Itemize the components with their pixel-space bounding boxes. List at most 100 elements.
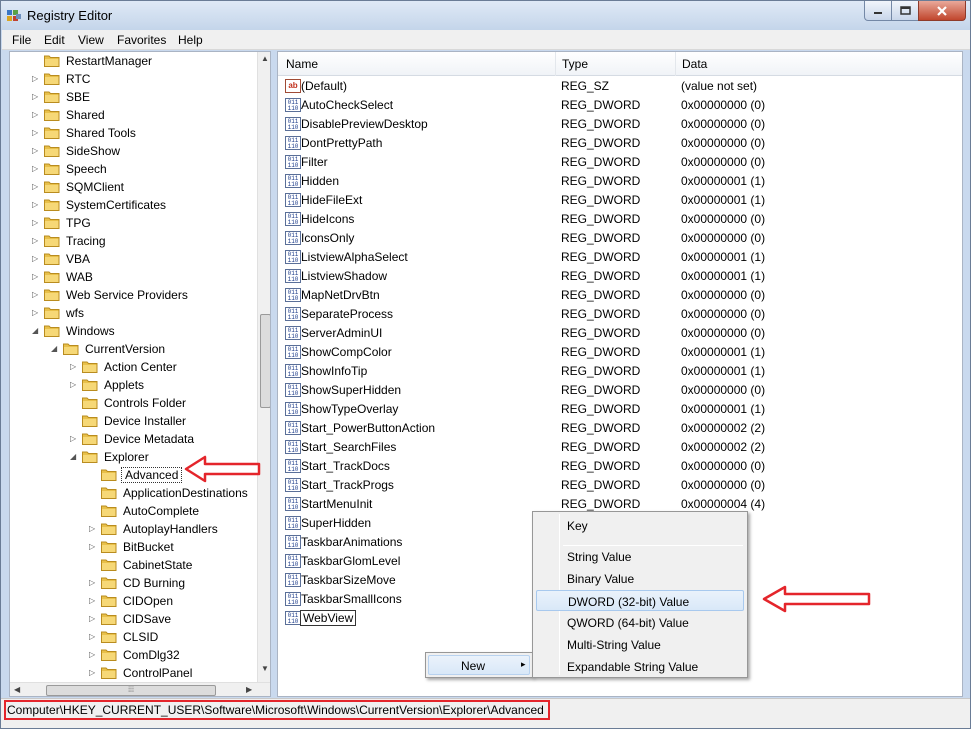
- value-row-autocheckselect[interactable]: 011 110 AutoCheckSelect REG_DWORD 0x00000000…: [278, 96, 962, 115]
- expand-arrow-icon[interactable]: ▷: [32, 164, 41, 173]
- menu-view[interactable]: View: [78, 33, 104, 47]
- collapse-arrow-icon[interactable]: ◢: [51, 344, 60, 353]
- scrollbar-thumb[interactable]: ⁞⁞⁞: [46, 685, 216, 696]
- value-type: REG_DWORD: [561, 155, 641, 169]
- context-menu-new-label: New: [461, 659, 486, 673]
- value-row-start-searchfiles[interactable]: 011 110 Start_SearchFiles REG_DWORD 0x000000…: [278, 438, 962, 457]
- value-row-default[interactable]: ab (Default) REG_SZ (value not set): [278, 77, 962, 96]
- expand-arrow-icon[interactable]: ▷: [89, 650, 98, 659]
- expand-arrow-icon[interactable]: ▷: [32, 110, 41, 119]
- expand-arrow-icon[interactable]: ▷: [70, 362, 79, 371]
- folder-icon: [101, 595, 117, 607]
- value-row-filter[interactable]: 011 110 Filter REG_DWORD 0x00000000 (0): [278, 153, 962, 172]
- expand-arrow-icon[interactable]: ▷: [32, 200, 41, 209]
- value-row-showinfotip[interactable]: 011 110 ShowInfoTip REG_DWORD 0x00000001 (1): [278, 362, 962, 381]
- value-data: 0x00000004 (4): [681, 497, 766, 511]
- value-row-showsuperhidden[interactable]: 011 110 ShowSuperHidden REG_DWORD 0x00000000…: [278, 381, 962, 400]
- expand-arrow-icon[interactable]: ▷: [32, 182, 41, 191]
- tree-horizontal-scrollbar[interactable]: ◀ ⁞⁞⁞ ▶: [10, 682, 270, 696]
- expand-arrow-icon[interactable]: ▷: [32, 236, 41, 245]
- expand-arrow-icon[interactable]: ▷: [32, 92, 41, 101]
- expand-arrow-icon[interactable]: ▷: [32, 272, 41, 281]
- value-data: 0x00000001 (1): [681, 364, 766, 378]
- scroll-down-arrow-icon[interactable]: ▼: [261, 664, 269, 673]
- column-name-header[interactable]: Name: [286, 57, 318, 71]
- value-row-showcompcolor[interactable]: 011 110 ShowCompColor REG_DWORD 0x00000001 (…: [278, 343, 962, 362]
- column-type-header[interactable]: Type: [562, 57, 588, 71]
- collapse-arrow-icon[interactable]: ◢: [70, 452, 79, 461]
- submenu-item-expandable-string-value[interactable]: Expandable String Value: [536, 656, 744, 677]
- value-row-listviewalphaselect[interactable]: 011 110 ListviewAlphaSelect REG_DWORD 0x0000…: [278, 248, 962, 267]
- expand-arrow-icon[interactable]: ▷: [89, 614, 98, 623]
- collapse-arrow-icon[interactable]: ◢: [32, 326, 41, 335]
- tree-node-label: CurrentVersion: [85, 342, 166, 356]
- folder-icon: [101, 613, 117, 625]
- close-button[interactable]: [918, 1, 966, 21]
- expand-arrow-icon[interactable]: ▷: [89, 668, 98, 677]
- expand-arrow-icon[interactable]: ▷: [89, 578, 98, 587]
- folder-icon: [82, 379, 98, 391]
- value-row-hidden[interactable]: 011 110 Hidden REG_DWORD 0x00000001 (1): [278, 172, 962, 191]
- expand-arrow-icon[interactable]: ▷: [89, 542, 98, 551]
- dword-value-icon: 011 110: [285, 269, 301, 283]
- title-bar[interactable]: Registry Editor: [1, 1, 970, 30]
- value-type: REG_DWORD: [561, 269, 641, 283]
- scroll-left-arrow-icon[interactable]: ◀: [14, 685, 20, 694]
- scrollbar-thumb[interactable]: [260, 314, 270, 408]
- submenu-item-string-value[interactable]: String Value: [536, 546, 744, 567]
- value-row-listviewshadow[interactable]: 011 110 ListviewShadow REG_DWORD 0x00000001 …: [278, 267, 962, 286]
- value-row-dontprettypath[interactable]: 011 110 DontPrettyPath REG_DWORD 0x00000000 …: [278, 134, 962, 153]
- menu-edit[interactable]: Edit: [44, 33, 65, 47]
- value-row-separateprocess[interactable]: 011 110 SeparateProcess REG_DWORD 0x00000000…: [278, 305, 962, 324]
- expand-arrow-icon[interactable]: ▷: [32, 128, 41, 137]
- expand-arrow-icon[interactable]: ▷: [32, 254, 41, 263]
- value-row-start-trackprogs[interactable]: 011 110 Start_TrackProgs REG_DWORD 0x0000000…: [278, 476, 962, 495]
- tree-vertical-scrollbar[interactable]: ▲ ▼: [257, 52, 270, 682]
- submenu-item-qword-64-bit-value[interactable]: QWORD (64-bit) Value: [536, 612, 744, 633]
- value-data: 0x00000000 (0): [681, 212, 766, 226]
- close-icon: [937, 5, 947, 16]
- value-name: TaskbarAnimations: [301, 535, 403, 549]
- expand-arrow-icon[interactable]: ▷: [32, 308, 41, 317]
- expand-arrow-icon[interactable]: ▷: [32, 146, 41, 155]
- value-row-disablepreviewdesktop[interactable]: 011 110 DisablePreviewDesktop REG_DWORD 0x00…: [278, 115, 962, 134]
- annotation-box-status-path: [4, 700, 550, 720]
- tree-node-label: ControlPanel: [123, 666, 193, 680]
- value-row-showtypeoverlay[interactable]: 011 110 ShowTypeOverlay REG_DWORD 0x00000001…: [278, 400, 962, 419]
- registry-key-tree[interactable]: RestartManager ▷ RTC ▷ SBE ▷ Shared ▷ Shared…: [9, 51, 271, 697]
- value-row-serveradminui[interactable]: 011 110 ServerAdminUI REG_DWORD 0x00000000 (…: [278, 324, 962, 343]
- scroll-right-arrow-icon[interactable]: ▶: [246, 685, 252, 694]
- expand-arrow-icon[interactable]: ▷: [89, 524, 98, 533]
- submenu-item-dword-32-bit-value[interactable]: DWORD (32-bit) Value: [536, 590, 744, 611]
- column-data-header[interactable]: Data: [682, 57, 707, 71]
- value-row-hidefileext[interactable]: 011 110 HideFileExt REG_DWORD 0x00000001 (1): [278, 191, 962, 210]
- value-name: ShowSuperHidden: [301, 383, 402, 397]
- minimize-button[interactable]: [864, 1, 892, 21]
- value-row-mapnetdrvbtn[interactable]: 011 110 MapNetDrvBtn REG_DWORD 0x00000000 (0…: [278, 286, 962, 305]
- menu-file[interactable]: File: [12, 33, 31, 47]
- context-menu-new[interactable]: New ▸: [428, 655, 530, 675]
- tree-node-label: ComDlg32: [123, 648, 180, 662]
- submenu-item-key[interactable]: Key: [536, 515, 744, 536]
- dword-value-icon: 011 110: [285, 174, 301, 188]
- menu-help[interactable]: Help: [178, 33, 203, 47]
- value-row-iconsonly[interactable]: 011 110 IconsOnly REG_DWORD 0x00000000 (0): [278, 229, 962, 248]
- expand-arrow-icon[interactable]: ▷: [32, 218, 41, 227]
- expand-arrow-icon[interactable]: ▷: [32, 74, 41, 83]
- expand-arrow-icon[interactable]: ▷: [70, 380, 79, 389]
- scroll-up-arrow-icon[interactable]: ▲: [261, 54, 269, 63]
- expand-arrow-icon[interactable]: ▷: [70, 434, 79, 443]
- value-row-start-powerbuttonaction[interactable]: 011 110 Start_PowerButtonAction REG_DWORD 0x…: [278, 419, 962, 438]
- value-row-start-trackdocs[interactable]: 011 110 Start_TrackDocs REG_DWORD 0x00000000…: [278, 457, 962, 476]
- menu-favorites[interactable]: Favorites: [117, 33, 166, 47]
- expand-arrow-icon[interactable]: ▷: [89, 632, 98, 641]
- submenu-item-binary-value[interactable]: Binary Value: [536, 568, 744, 589]
- maximize-button[interactable]: [891, 1, 919, 21]
- expand-arrow-icon[interactable]: ▷: [32, 290, 41, 299]
- value-row-hideicons[interactable]: 011 110 HideIcons REG_DWORD 0x00000000 (0): [278, 210, 962, 229]
- dword-value-icon: 011 110: [285, 497, 301, 511]
- value-data: 0x00000000 (0): [681, 478, 766, 492]
- expand-arrow-icon[interactable]: ▷: [89, 596, 98, 605]
- submenu-item-multi-string-value[interactable]: Multi-String Value: [536, 634, 744, 655]
- dword-value-icon: 011 110: [285, 136, 301, 150]
